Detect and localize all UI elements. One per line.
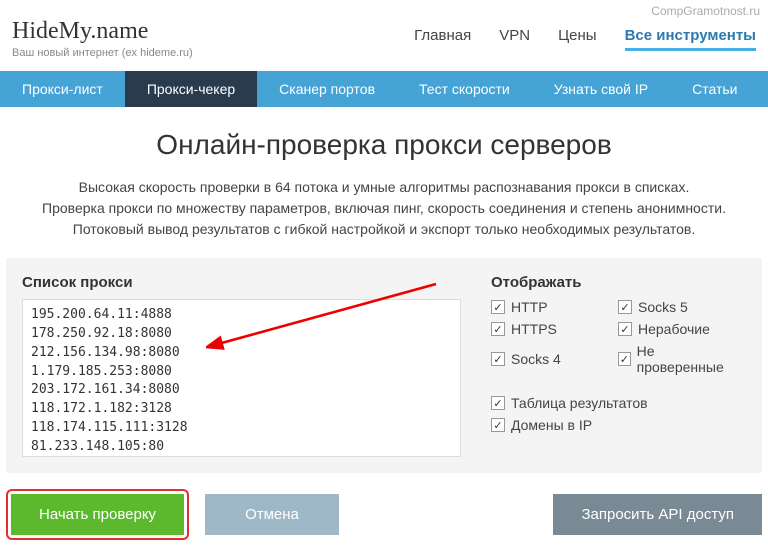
start-check-button[interactable]: Начать проверку — [11, 494, 184, 535]
request-api-button[interactable]: Запросить API доступ — [553, 494, 762, 535]
subnav-speed-test[interactable]: Тест скорости — [397, 71, 532, 107]
nav-prices[interactable]: Цены — [558, 27, 597, 51]
logo[interactable]: HideMy.name Ваш новый интернет (ex hidem… — [12, 18, 193, 59]
description: Высокая скорость проверки в 64 потока и … — [0, 177, 768, 258]
top-nav: Главная VPN Цены Все инструменты — [414, 27, 756, 51]
display-label: Отображать — [491, 274, 746, 291]
logo-main: HideMy.name — [12, 18, 193, 45]
opt-https[interactable]: ✓HTTPS — [491, 321, 606, 337]
button-row: Начать проверку Отмена Запросить API дос… — [0, 473, 768, 540]
check-icon: ✓ — [491, 352, 505, 366]
opt-broken[interactable]: ✓Нерабочие — [618, 321, 733, 337]
check-icon: ✓ — [618, 322, 632, 336]
opt-http[interactable]: ✓HTTP — [491, 299, 606, 315]
watermark: CompGramotnost.ru — [651, 4, 760, 18]
proxy-list-input[interactable]: 195.200.64.11:4888 178.250.92.18:8080 21… — [22, 299, 461, 457]
opt-domains-ip[interactable]: ✓Домены в IP — [491, 417, 746, 433]
check-icon: ✓ — [618, 352, 631, 366]
subnav-proxy-checker[interactable]: Прокси-чекер — [125, 71, 257, 107]
check-icon: ✓ — [491, 300, 505, 314]
display-options: ✓HTTP ✓Socks 5 ✓HTTPS ✓Нерабочие ✓Socks … — [491, 299, 746, 433]
nav-main[interactable]: Главная — [414, 27, 471, 51]
proxy-list-label: Список прокси — [22, 274, 461, 291]
subnav-my-ip[interactable]: Узнать свой IP — [532, 71, 670, 107]
checker-panel: Список прокси 195.200.64.11:4888 178.250… — [6, 258, 762, 473]
check-icon: ✓ — [618, 300, 632, 314]
subnav-port-scanner[interactable]: Сканер портов — [257, 71, 397, 107]
desc-line: Потоковый вывод результатов с гибкой нас… — [18, 219, 750, 240]
opt-socks4[interactable]: ✓Socks 4 — [491, 343, 606, 375]
cancel-button[interactable]: Отмена — [205, 494, 339, 535]
subnav-articles[interactable]: Статьи — [670, 71, 759, 107]
sub-nav: Прокси-лист Прокси-чекер Сканер портов Т… — [0, 71, 768, 107]
opt-unchecked[interactable]: ✓Не проверенные — [618, 343, 733, 375]
check-icon: ✓ — [491, 396, 505, 410]
logo-sub: Ваш новый интернет (ex hideme.ru) — [12, 47, 193, 59]
nav-tools[interactable]: Все инструменты — [625, 27, 756, 51]
desc-line: Высокая скорость проверки в 64 потока и … — [18, 177, 750, 198]
desc-line: Проверка прокси по множеству параметров,… — [18, 198, 750, 219]
check-icon: ✓ — [491, 322, 505, 336]
check-icon: ✓ — [491, 418, 505, 432]
page-title: Онлайн-проверка прокси серверов — [0, 129, 768, 161]
opt-results-table[interactable]: ✓Таблица результатов — [491, 395, 746, 411]
nav-vpn[interactable]: VPN — [499, 27, 530, 51]
start-highlight: Начать проверку — [6, 489, 189, 540]
subnav-proxy-list[interactable]: Прокси-лист — [0, 71, 125, 107]
opt-socks5[interactable]: ✓Socks 5 — [618, 299, 733, 315]
